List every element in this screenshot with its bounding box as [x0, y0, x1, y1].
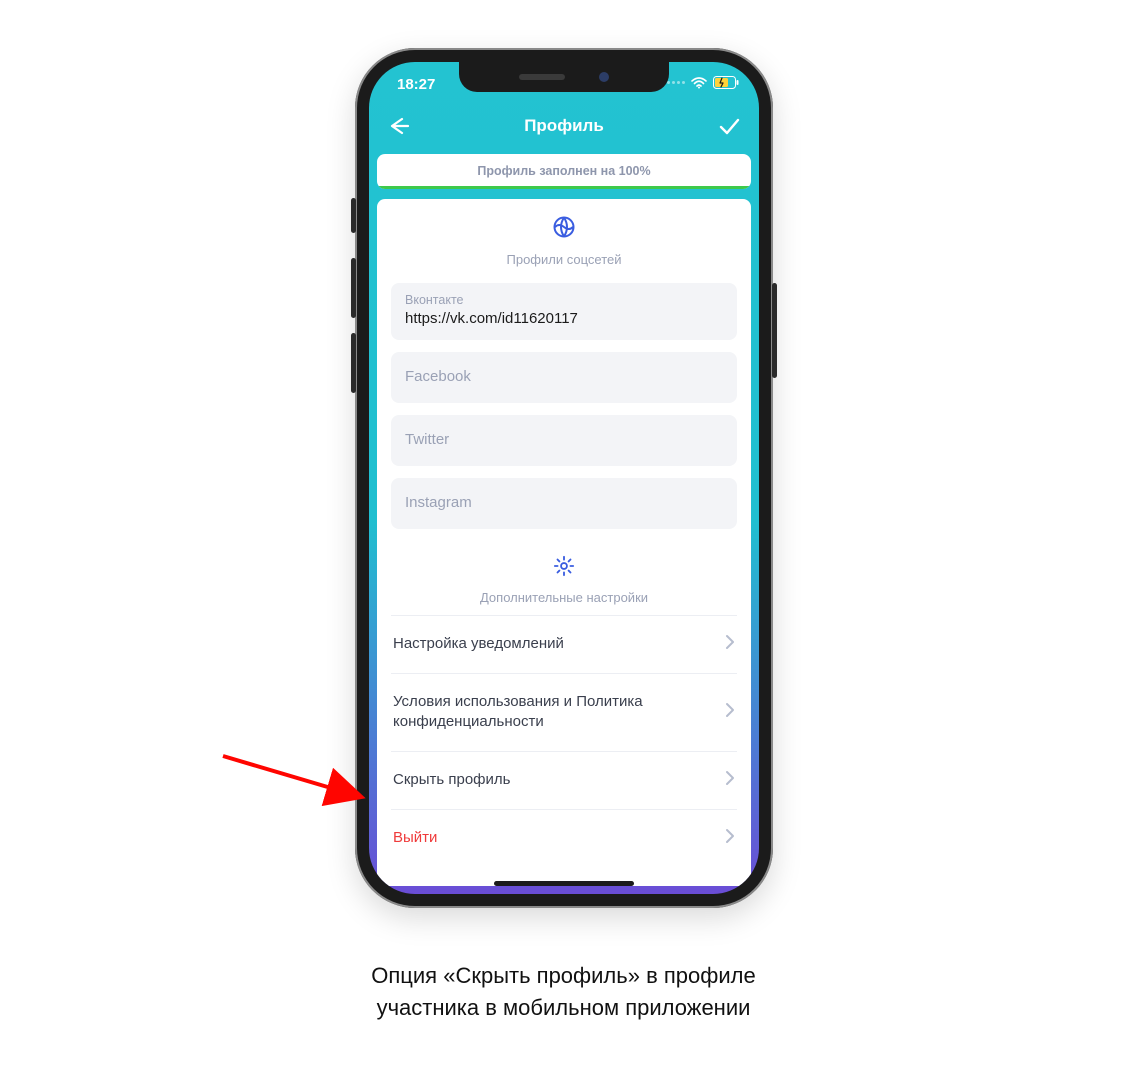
globe-icon: [552, 215, 576, 244]
social-section-title: Профили соцсетей: [507, 252, 622, 267]
home-indicator[interactable]: [494, 881, 634, 886]
chevron-right-icon: [725, 702, 735, 723]
page-title: Профиль: [524, 116, 604, 136]
social-section-header: Профили соцсетей: [391, 215, 737, 267]
cellular-dots-icon: [667, 81, 685, 84]
profile-progress-bar: [377, 186, 751, 189]
facebook-field[interactable]: Facebook: [391, 352, 737, 403]
phone-speaker: [519, 74, 565, 80]
phone-notch: [459, 62, 669, 92]
settings-section-header: Дополнительные настройки: [391, 555, 737, 605]
caption-line-1: Опция «Скрыть профиль» в профиле: [371, 963, 755, 988]
instagram-field-placeholder: Instagram: [405, 488, 723, 517]
phone-power-button: [772, 283, 777, 378]
phone-screen: 18:27 Профиль: [369, 62, 759, 894]
profile-progress-text: Профиль заполнен на 100%: [377, 154, 751, 186]
wifi-icon: [691, 77, 707, 89]
notifications-row-label: Настройка уведомлений: [393, 634, 574, 654]
instagram-field[interactable]: Instagram: [391, 478, 737, 529]
facebook-field-placeholder: Facebook: [405, 362, 723, 391]
gear-icon: [553, 555, 575, 582]
battery-charging-icon: [713, 76, 739, 89]
settings-section-title: Дополнительные настройки: [480, 590, 648, 605]
notifications-row[interactable]: Настройка уведомлений: [391, 615, 737, 673]
phone-front-camera: [599, 72, 609, 82]
vk-field[interactable]: Вконтакте https://vk.com/id11620117: [391, 283, 737, 340]
chevron-right-icon: [725, 770, 735, 791]
vk-field-label: Вконтакте: [405, 293, 723, 307]
logout-row[interactable]: Выйти: [391, 809, 737, 867]
terms-row[interactable]: Условия использования и Политика конфиде…: [391, 673, 737, 751]
twitter-field[interactable]: Twitter: [391, 415, 737, 466]
status-time: 18:27: [397, 76, 435, 93]
twitter-field-placeholder: Twitter: [405, 425, 723, 454]
profile-progress-card: Профиль заполнен на 100%: [377, 154, 751, 189]
chevron-right-icon: [725, 828, 735, 849]
main-card: Профили соцсетей Вконтакте https://vk.co…: [377, 199, 751, 886]
hide-profile-row[interactable]: Скрыть профиль: [391, 751, 737, 809]
caption-line-2: участника в мобильном приложении: [377, 995, 751, 1020]
logout-row-label: Выйти: [393, 828, 447, 848]
content-area: Профиль заполнен на 100% Профили соцсете…: [377, 154, 751, 886]
phone-mute-switch: [351, 198, 356, 233]
status-icons: [667, 76, 739, 89]
annotation-arrow: [218, 746, 368, 806]
chevron-right-icon: [725, 634, 735, 655]
phone-device-frame: 18:27 Профиль: [355, 48, 773, 908]
phone-volume-up: [351, 258, 356, 318]
app-header: Профиль: [369, 102, 759, 150]
caption-text: Опция «Скрыть профиль» в профиле участни…: [0, 960, 1127, 1024]
back-button[interactable]: [387, 114, 411, 138]
terms-row-label: Условия использования и Политика конфиде…: [393, 692, 725, 733]
hide-profile-row-label: Скрыть профиль: [393, 770, 520, 790]
vk-field-value: https://vk.com/id11620117: [405, 310, 723, 328]
phone-volume-down: [351, 333, 356, 393]
confirm-button[interactable]: [717, 114, 741, 138]
